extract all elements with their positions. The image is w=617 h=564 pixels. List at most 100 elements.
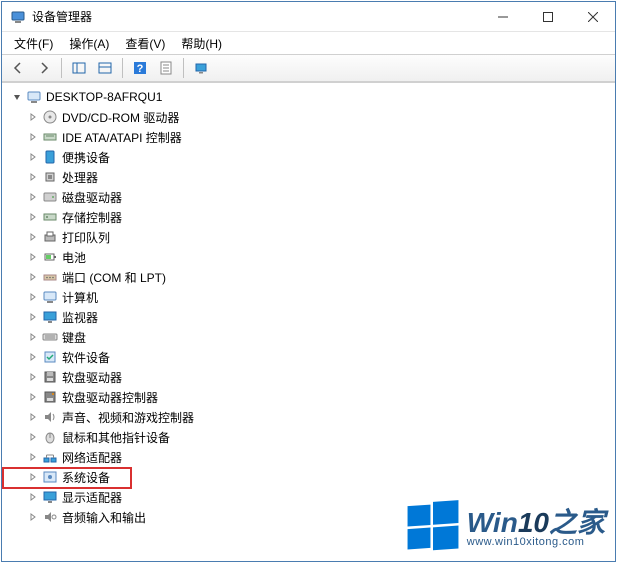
menu-file[interactable]: 文件(F) bbox=[6, 33, 61, 54]
tree-category[interactable]: IDE ATA/ATAPI 控制器 bbox=[4, 127, 613, 147]
port-icon bbox=[42, 269, 58, 285]
expand-icon[interactable] bbox=[26, 190, 40, 204]
expand-icon[interactable] bbox=[26, 210, 40, 224]
category-label: 软件设备 bbox=[62, 349, 110, 366]
expand-icon[interactable] bbox=[26, 430, 40, 444]
tree-category[interactable]: 处理器 bbox=[4, 167, 613, 187]
expand-icon[interactable] bbox=[26, 390, 40, 404]
disk-icon bbox=[42, 189, 58, 205]
forward-button[interactable] bbox=[32, 57, 56, 79]
toolbar-separator bbox=[183, 58, 184, 78]
tree-root[interactable]: DESKTOP-8AFRQU1 bbox=[4, 87, 613, 107]
scan-hardware-button[interactable] bbox=[189, 57, 213, 79]
category-label: 系统设备 bbox=[62, 469, 110, 486]
battery-icon bbox=[42, 249, 58, 265]
menu-view[interactable]: 查看(V) bbox=[117, 33, 173, 54]
menu-action[interactable]: 操作(A) bbox=[61, 33, 117, 54]
expand-icon[interactable] bbox=[26, 450, 40, 464]
tree-category[interactable]: 监视器 bbox=[4, 307, 613, 327]
expand-icon[interactable] bbox=[26, 410, 40, 424]
expand-icon[interactable] bbox=[26, 150, 40, 164]
category-label: 网络适配器 bbox=[62, 449, 122, 466]
help-button[interactable]: ? bbox=[128, 57, 152, 79]
floppy-icon bbox=[42, 369, 58, 385]
tree-category[interactable]: DVD/CD-ROM 驱动器 bbox=[4, 107, 613, 127]
tree-category[interactable]: 软盘驱动器 bbox=[4, 367, 613, 387]
app-icon bbox=[10, 9, 26, 25]
tree-category[interactable]: 系统设备 bbox=[4, 467, 613, 487]
expand-icon[interactable] bbox=[26, 250, 40, 264]
category-label: 端口 (COM 和 LPT) bbox=[62, 269, 166, 286]
tree-category[interactable]: 电池 bbox=[4, 247, 613, 267]
expand-icon[interactable] bbox=[26, 130, 40, 144]
category-label: 处理器 bbox=[62, 169, 98, 186]
device-tree[interactable]: DESKTOP-8AFRQU1 DVD/CD-ROM 驱动器 IDE ATA/AT… bbox=[2, 82, 615, 561]
tree-category[interactable]: 端口 (COM 和 LPT) bbox=[4, 267, 613, 287]
category-label: 软盘驱动器控制器 bbox=[62, 389, 158, 406]
svg-text:?: ? bbox=[137, 63, 144, 75]
minimize-button[interactable] bbox=[480, 2, 525, 31]
disc-icon bbox=[42, 109, 58, 125]
category-label: 键盘 bbox=[62, 329, 86, 346]
printer-icon bbox=[42, 229, 58, 245]
expand-icon[interactable] bbox=[26, 490, 40, 504]
tree-category[interactable]: 软盘驱动器控制器 bbox=[4, 387, 613, 407]
tree-category[interactable]: 磁盘驱动器 bbox=[4, 187, 613, 207]
show-hide-button-2[interactable] bbox=[93, 57, 117, 79]
category-label: 磁盘驱动器 bbox=[62, 189, 122, 206]
ide-icon bbox=[42, 129, 58, 145]
show-hide-button[interactable] bbox=[67, 57, 91, 79]
mouse-icon bbox=[42, 429, 58, 445]
category-label: DVD/CD-ROM 驱动器 bbox=[62, 109, 179, 126]
expand-icon[interactable] bbox=[26, 510, 40, 524]
expand-icon[interactable] bbox=[26, 370, 40, 384]
expand-icon[interactable] bbox=[26, 470, 40, 484]
close-button[interactable] bbox=[570, 2, 615, 31]
category-label: 打印队列 bbox=[62, 229, 110, 246]
cpu-icon bbox=[42, 169, 58, 185]
properties-button[interactable] bbox=[154, 57, 178, 79]
tree-category[interactable]: 便携设备 bbox=[4, 147, 613, 167]
category-label: 便携设备 bbox=[62, 149, 110, 166]
portable-icon bbox=[42, 149, 58, 165]
category-label: 电池 bbox=[62, 249, 86, 266]
computer-icon bbox=[42, 289, 58, 305]
back-button[interactable] bbox=[6, 57, 30, 79]
keyboard-icon bbox=[42, 329, 58, 345]
device-manager-window: 设备管理器 文件(F) 操作(A) 查看(V) 帮助(H) bbox=[1, 1, 616, 562]
tree-category[interactable]: 软件设备 bbox=[4, 347, 613, 367]
tree-category[interactable]: 打印队列 bbox=[4, 227, 613, 247]
sound-icon bbox=[42, 409, 58, 425]
tree-category[interactable]: 存储控制器 bbox=[4, 207, 613, 227]
expand-icon[interactable] bbox=[26, 290, 40, 304]
expand-icon[interactable] bbox=[26, 310, 40, 324]
menu-help[interactable]: 帮助(H) bbox=[173, 33, 230, 54]
floppy-ctrl-icon bbox=[42, 389, 58, 405]
expand-icon[interactable] bbox=[26, 170, 40, 184]
system-icon bbox=[42, 469, 58, 485]
category-label: 音频输入和输出 bbox=[62, 509, 146, 526]
expand-icon[interactable] bbox=[26, 330, 40, 344]
tree-category[interactable]: 键盘 bbox=[4, 327, 613, 347]
tree-category[interactable]: 计算机 bbox=[4, 287, 613, 307]
toolbar: ? bbox=[2, 54, 615, 82]
category-label: IDE ATA/ATAPI 控制器 bbox=[62, 129, 182, 146]
category-label: 显示适配器 bbox=[62, 489, 122, 506]
tree-category[interactable]: 鼠标和其他指针设备 bbox=[4, 427, 613, 447]
collapse-icon[interactable] bbox=[10, 90, 24, 104]
tree-category[interactable]: 音频输入和输出 bbox=[4, 507, 613, 527]
tree-category[interactable]: 声音、视频和游戏控制器 bbox=[4, 407, 613, 427]
toolbar-separator bbox=[61, 58, 62, 78]
expand-icon[interactable] bbox=[26, 230, 40, 244]
root-label: DESKTOP-8AFRQU1 bbox=[46, 90, 162, 104]
tree-category[interactable]: 显示适配器 bbox=[4, 487, 613, 507]
expand-icon[interactable] bbox=[26, 270, 40, 284]
expand-icon[interactable] bbox=[26, 350, 40, 364]
monitor-icon bbox=[42, 309, 58, 325]
computer-icon bbox=[26, 89, 42, 105]
window-title: 设备管理器 bbox=[32, 8, 480, 25]
tree-category[interactable]: 网络适配器 bbox=[4, 447, 613, 467]
titlebar: 设备管理器 bbox=[2, 2, 615, 32]
maximize-button[interactable] bbox=[525, 2, 570, 31]
expand-icon[interactable] bbox=[26, 110, 40, 124]
